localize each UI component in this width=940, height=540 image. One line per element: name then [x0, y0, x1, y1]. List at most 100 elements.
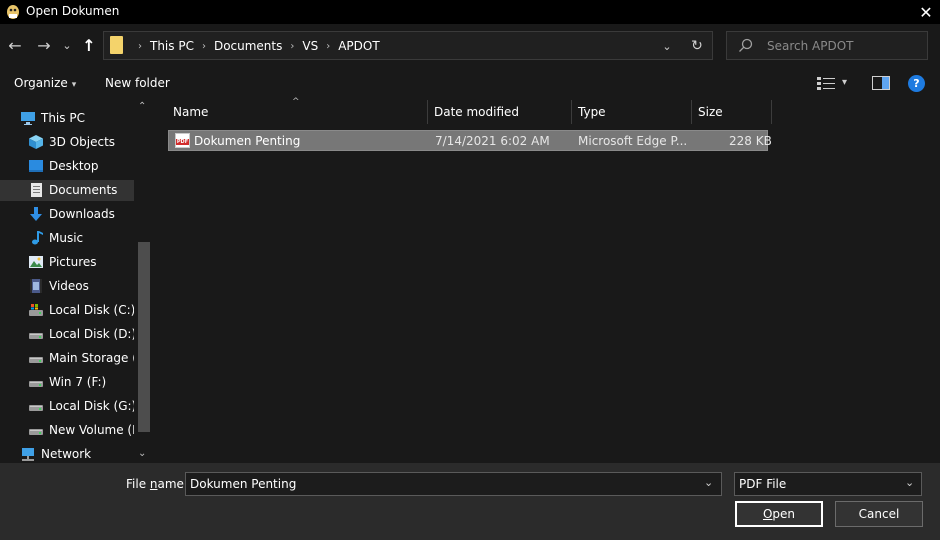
- documents-icon: [28, 182, 44, 198]
- breadcrumb-separator: ›: [201, 40, 206, 52]
- file-date-modified: 7/14/2021 6:02 AM: [435, 134, 550, 148]
- file-size: 228 KB: [729, 134, 772, 148]
- back-arrow-icon[interactable]: ←: [4, 33, 26, 57]
- system-drive-icon: [28, 302, 44, 318]
- drive-icon: [28, 422, 44, 438]
- sidebar-item-local-disk-c[interactable]: Local Disk (C:): [0, 300, 134, 321]
- breadcrumb-apdot[interactable]: APDOT: [338, 39, 379, 53]
- sidebar-item-local-disk-g[interactable]: Local Disk (G:): [0, 396, 134, 417]
- navigation-pane: This PC 3D Objects Desktop Documents Downloa…: [0, 98, 152, 463]
- sidebar-item-label: Pictures: [49, 255, 97, 269]
- sidebar-item-3d-objects[interactable]: 3D Objects: [0, 132, 134, 153]
- up-arrow-icon[interactable]: ↑: [78, 33, 100, 57]
- breadcrumb: › This PC › Documents › VS › APDOT: [130, 39, 380, 53]
- sidebar-item-videos[interactable]: Videos: [0, 276, 134, 297]
- sidebar-item-desktop[interactable]: Desktop: [0, 156, 134, 177]
- file-type: Microsoft Edge P...: [578, 134, 688, 148]
- folder-icon: [110, 36, 123, 54]
- address-bar[interactable]: › This PC › Documents › VS › APDOT ⌄ ↻: [103, 31, 713, 60]
- sidebar-item-music[interactable]: Music: [0, 228, 134, 249]
- chevron-down-icon[interactable]: ⌄: [704, 476, 713, 489]
- forward-arrow-icon[interactable]: →: [33, 33, 55, 57]
- scroll-up-icon[interactable]: ⌃: [138, 101, 146, 112]
- view-dropdown-caret-icon[interactable]: ▾: [842, 77, 847, 88]
- search-box[interactable]: Search APDOT: [726, 31, 928, 60]
- app-icon: [5, 4, 21, 20]
- sidebar-item-label: Network: [41, 447, 92, 461]
- preview-pane-icon[interactable]: [872, 76, 890, 90]
- close-icon[interactable]: ✕: [912, 0, 940, 24]
- cancel-button[interactable]: Cancel: [835, 501, 923, 527]
- breadcrumb-documents[interactable]: Documents: [214, 39, 282, 53]
- sidebar-item-label: New Volume (H:: [49, 423, 134, 437]
- column-divider[interactable]: [771, 100, 772, 124]
- sidebar-item-label: Music: [49, 231, 84, 245]
- sidebar-item-network[interactable]: Network: [0, 444, 134, 463]
- sidebar-item-label: Local Disk (G:): [49, 399, 134, 413]
- column-header-size[interactable]: Size: [698, 98, 723, 126]
- column-header-date-modified[interactable]: Date modified: [434, 98, 519, 126]
- table-row[interactable]: PDF Dokumen Penting 7/14/2021 6:02 AM Mi…: [168, 130, 772, 151]
- sidebar-item-downloads[interactable]: Downloads: [0, 204, 134, 225]
- sidebar-item-label: Main Storage (E:: [49, 351, 134, 365]
- breadcrumb-vs[interactable]: VS: [302, 39, 318, 53]
- scrollbar-thumb[interactable]: [138, 242, 150, 432]
- file-type-value: PDF File: [739, 477, 787, 491]
- chevron-down-icon[interactable]: ⌄: [905, 476, 914, 489]
- sidebar-item-pictures[interactable]: Pictures: [0, 252, 134, 273]
- file-type-select[interactable]: PDF File ⌄: [734, 472, 922, 496]
- file-name-input[interactable]: Dokumen Penting ⌄: [185, 472, 722, 496]
- file-name-value: Dokumen Penting: [190, 477, 297, 491]
- new-folder-button[interactable]: New folder: [105, 76, 170, 90]
- sidebar-item-label: This PC: [41, 111, 85, 125]
- title-bar: [0, 0, 940, 24]
- sidebar-item-label: Local Disk (C:): [49, 303, 134, 317]
- help-icon[interactable]: ?: [908, 75, 925, 92]
- window-title: Open Dokumen: [26, 4, 120, 18]
- refresh-icon[interactable]: ↻: [686, 36, 708, 56]
- sidebar-item-label: Downloads: [49, 207, 115, 221]
- sidebar-item-win-7-f[interactable]: Win 7 (F:): [0, 372, 134, 393]
- sidebar-item-main-storage-e[interactable]: Main Storage (E:: [0, 348, 134, 369]
- address-dropdown-chevron-icon[interactable]: ⌄: [658, 36, 676, 56]
- this-pc-icon: [20, 110, 36, 126]
- 3d-objects-icon: [28, 134, 44, 150]
- sidebar-item-this-pc[interactable]: This PC: [0, 108, 134, 129]
- column-header-name[interactable]: Name: [173, 98, 208, 126]
- sidebar-item-new-volume-h[interactable]: New Volume (H:: [0, 420, 134, 441]
- sidebar-item-label: Win 7 (F:): [49, 375, 107, 389]
- file-list: [156, 98, 940, 463]
- organize-label: Organize: [14, 76, 68, 90]
- open-button[interactable]: Open: [735, 501, 823, 527]
- breadcrumb-separator: ›: [290, 40, 295, 52]
- organize-button[interactable]: Organize ▾: [14, 76, 76, 90]
- pdf-file-icon: PDF: [175, 133, 190, 148]
- search-icon: [737, 37, 755, 55]
- downloads-icon: [28, 206, 44, 222]
- column-divider[interactable]: [691, 100, 692, 124]
- sidebar-item-local-disk-d[interactable]: Local Disk (D:): [0, 324, 134, 345]
- sidebar-item-label: Local Disk (D:): [49, 327, 134, 341]
- search-input[interactable]: Search APDOT: [767, 39, 854, 53]
- scroll-down-icon[interactable]: ⌄: [138, 448, 146, 459]
- sidebar-item-label: Videos: [49, 279, 89, 293]
- sidebar-item-documents[interactable]: Documents: [0, 180, 134, 201]
- view-options-icon[interactable]: [817, 77, 835, 90]
- caret-down-icon: ▾: [71, 80, 77, 90]
- recent-locations-chevron-icon[interactable]: ⌄: [58, 33, 76, 57]
- breadcrumb-separator: ›: [326, 40, 331, 52]
- drive-icon: [28, 374, 44, 390]
- column-divider[interactable]: [427, 100, 428, 124]
- breadcrumb-this-pc[interactable]: This PC: [150, 39, 194, 53]
- breadcrumb-separator: ›: [138, 40, 142, 52]
- drive-icon: [28, 326, 44, 342]
- videos-icon: [28, 278, 44, 294]
- pictures-icon: [28, 254, 44, 270]
- sort-ascending-icon: ^: [292, 97, 300, 107]
- column-divider[interactable]: [571, 100, 572, 124]
- network-icon: [20, 446, 36, 462]
- sidebar-item-label: Desktop: [49, 159, 99, 173]
- drive-icon: [28, 350, 44, 366]
- column-header-type[interactable]: Type: [578, 98, 606, 126]
- file-name-label: File name:: [126, 477, 188, 491]
